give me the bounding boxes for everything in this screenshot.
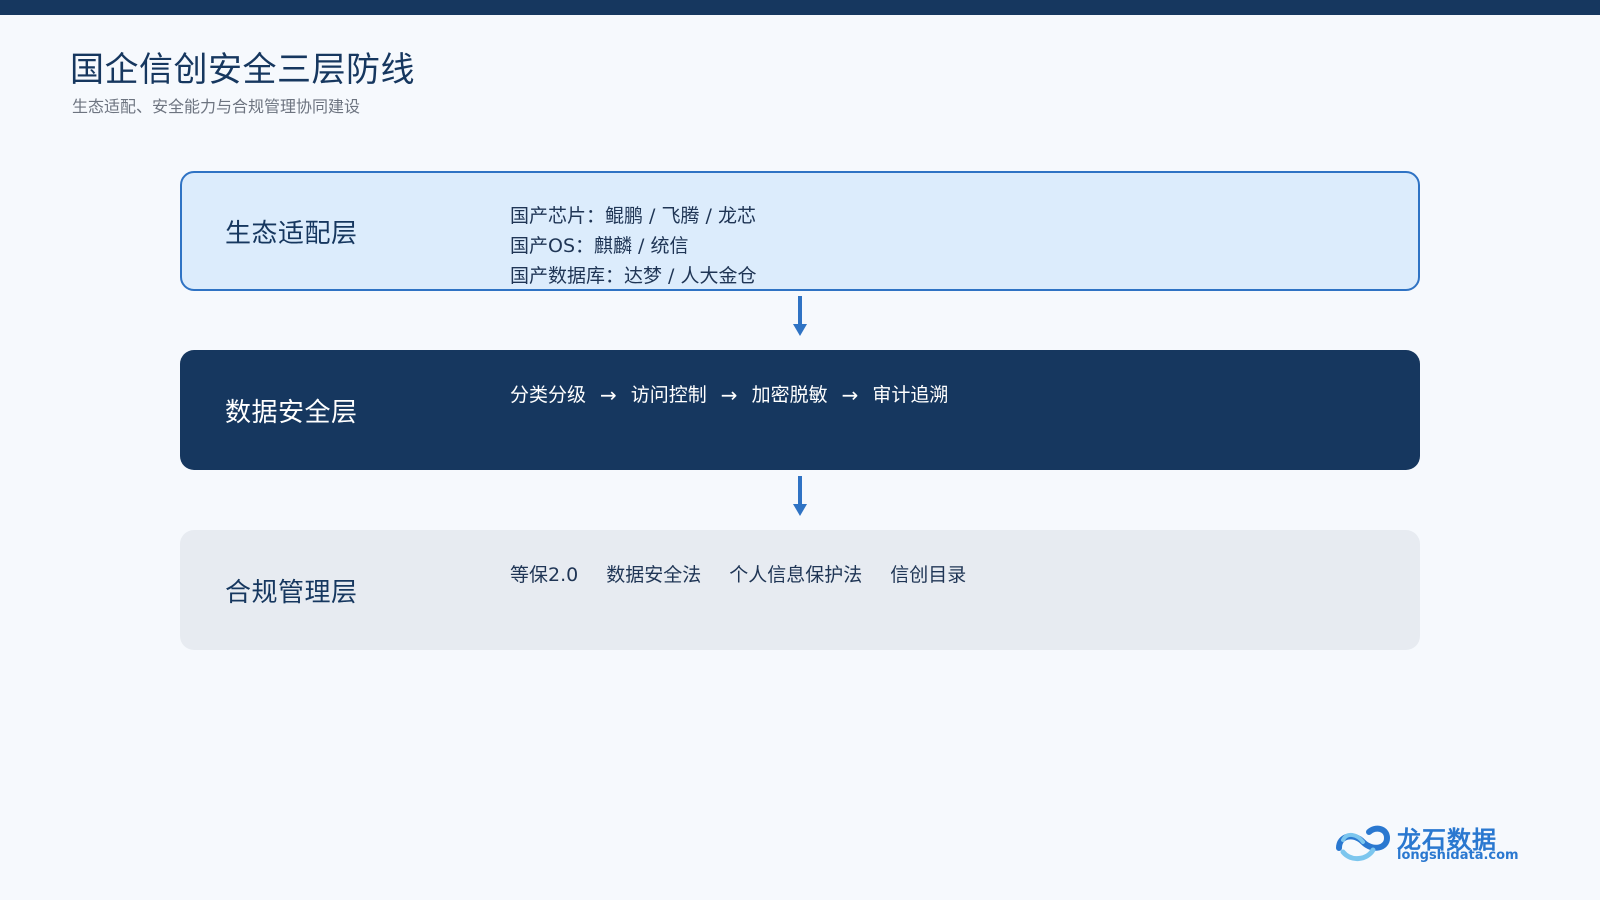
page-subtitle: 生态适配、安全能力与合规管理协同建设 (72, 97, 361, 116)
flow-step: 审计追溯 (872, 384, 949, 406)
flow-step: 访问控制 (630, 384, 707, 406)
layer-title: 数据安全层 (225, 397, 358, 428)
regulation-list: 等保2.0 数据安全法 个人信息保护法 信创目录 (510, 560, 994, 590)
right-arrow-icon: → (600, 383, 617, 407)
list-item: 个人信息保护法 (729, 564, 863, 586)
list-item: 等保2.0 (510, 564, 579, 586)
company-logo: 龙石数据 longshidata.com (1333, 818, 1523, 870)
flow-step: 分类分级 (510, 384, 587, 406)
layer-ecosystem: 生态适配层 国产芯片：鲲鹏 / 飞腾 / 龙芯 国产OS：麒麟 / 统信 国产数… (180, 171, 1420, 291)
list-item: 国产数据库：达梦 / 人大金仓 (510, 265, 757, 287)
layer-title: 合规管理层 (225, 577, 358, 608)
layer-item-list: 国产芯片：鲲鹏 / 飞腾 / 龙芯 国产OS：麒麟 / 统信 国产数据库：达梦 … (510, 201, 756, 291)
down-arrow-icon (793, 296, 807, 336)
down-arrow-icon (793, 476, 807, 516)
right-arrow-icon: → (841, 383, 859, 407)
logo-domain: longshidata.com (1397, 848, 1519, 863)
layer-compliance: 合规管理层 等保2.0 数据安全法 个人信息保护法 信创目录 (180, 530, 1420, 650)
list-item: 国产OS：麒麟 / 统信 (510, 235, 689, 257)
list-item: 信创目录 (890, 564, 967, 586)
logo-mark-icon (1336, 825, 1391, 861)
layer-data-security: 数据安全层 分类分级 → 访问控制 → 加密脱敏 → 审计追溯 (180, 350, 1420, 470)
list-item: 国产芯片：鲲鹏 / 飞腾 / 龙芯 (510, 205, 756, 227)
list-item: 数据安全法 (606, 564, 702, 586)
right-arrow-icon: → (720, 383, 738, 407)
layer-title: 生态适配层 (225, 218, 358, 249)
flow-step: 加密脱敏 (751, 384, 828, 406)
top-accent-bar (0, 0, 1600, 15)
process-flow: 分类分级 → 访问控制 → 加密脱敏 → 审计追溯 (510, 380, 948, 410)
page-title: 国企信创安全三层防线 (70, 50, 415, 90)
